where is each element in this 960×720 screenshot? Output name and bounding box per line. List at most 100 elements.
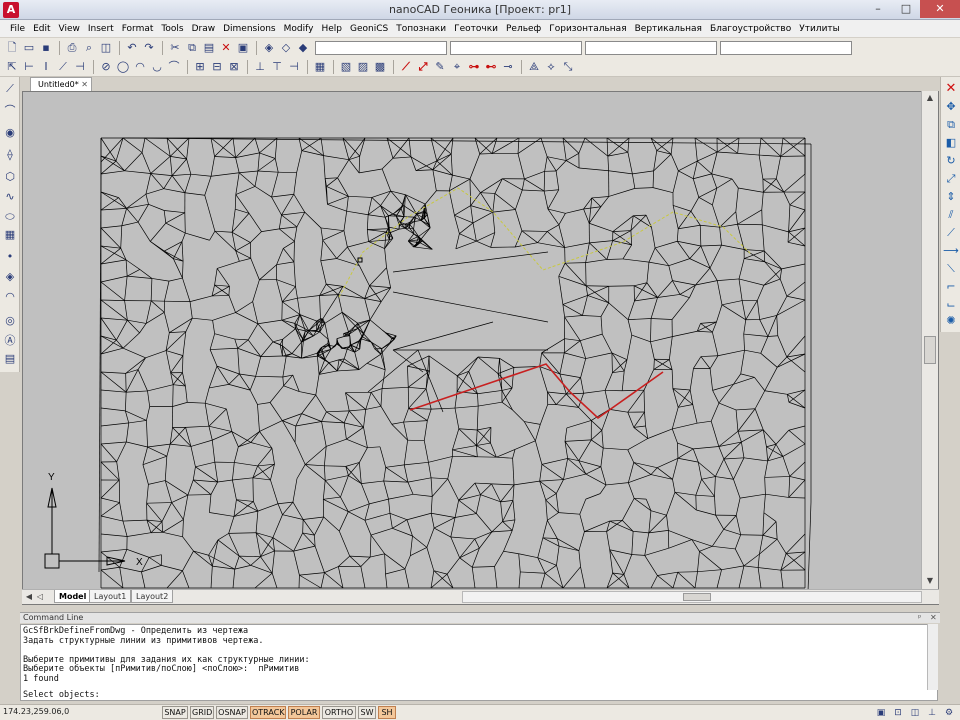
menu-help[interactable]: Help (317, 24, 346, 34)
extend-tool-icon[interactable]: ⟶ (943, 243, 959, 259)
geo-tool-8-icon[interactable]: ⟁ (526, 59, 542, 75)
maximize-button[interactable]: □ (892, 0, 920, 18)
print-icon[interactable]: ⎙ (64, 40, 80, 56)
polyline-icon[interactable]: ⌒ (2, 103, 18, 119)
pin-icon[interactable]: ᵖ (918, 613, 921, 623)
paste-icon[interactable]: ▤ (201, 40, 217, 56)
arc-icon[interactable]: ◠ (132, 59, 148, 75)
prev-tab-icon[interactable]: ◁ (35, 591, 45, 603)
stretch-icon[interactable]: ⊤ (269, 59, 285, 75)
menu-view[interactable]: View (55, 24, 84, 34)
dim-continue-icon[interactable]: ⊣ (72, 59, 88, 75)
menu-geonics[interactable]: GeoniCS (346, 24, 392, 34)
menu-edit[interactable]: Edit (29, 24, 54, 34)
properties-icon[interactable]: ▦ (312, 59, 328, 75)
mtext-icon[interactable]: Ⓐ (2, 333, 18, 349)
redo-icon[interactable]: ↷ (141, 40, 157, 56)
break-tool-icon[interactable]: ⟍ (943, 261, 959, 277)
close-tab-icon[interactable]: ✕ (81, 78, 88, 91)
menu-modify[interactable]: Modify (280, 24, 318, 34)
menu-insert[interactable]: Insert (84, 24, 118, 34)
match-properties-icon[interactable]: ▣ (235, 40, 251, 56)
menu-dimensions[interactable]: Dimensions (219, 24, 280, 34)
lineweight-combo[interactable] (720, 40, 852, 55)
menu-tools[interactable]: Tools (157, 24, 187, 34)
arc-draw-icon[interactable]: ◠ (2, 289, 18, 305)
drawing-viewport[interactable]: Y X (23, 92, 939, 605)
open-file-icon[interactable]: ▭ (21, 40, 37, 56)
close-window-button[interactable]: ✕ (920, 0, 960, 18)
undo-icon[interactable]: ↶ (124, 40, 140, 56)
rectangle-icon[interactable]: ⟠ (2, 147, 18, 163)
drawing-canvas[interactable]: Y X (22, 91, 939, 605)
fillet-tool-icon[interactable]: ⌙ (943, 297, 959, 313)
copy-icon[interactable]: ⧉ (184, 40, 200, 56)
move-tool-icon[interactable]: ✥ (943, 99, 959, 115)
document-tab[interactable]: Untitled0* ✕ (30, 77, 92, 91)
dim-linear-icon[interactable]: ⊢ (21, 59, 37, 75)
first-tab-icon[interactable]: ◀ (24, 591, 34, 603)
sh-toggle[interactable]: SH (378, 706, 396, 719)
horizontal-scrollbar[interactable] (462, 591, 922, 603)
tab-layout2[interactable]: Layout2 (131, 590, 174, 603)
stretch-tool-icon[interactable]: ⇕ (943, 189, 959, 205)
select-icon[interactable]: ⇱ (4, 59, 20, 75)
geo-tool-5-icon[interactable]: ⊶ (466, 59, 482, 75)
cut-icon[interactable]: ✂ (167, 40, 183, 56)
linetype-combo[interactable] (585, 40, 717, 55)
sw-toggle[interactable]: SW (358, 706, 376, 719)
osnap-toggle[interactable]: OSNAP (216, 706, 248, 719)
scroll-up-icon[interactable]: ▲ (922, 91, 938, 105)
snap-toggle[interactable]: SNAP (162, 706, 188, 719)
geo-tool-3-icon[interactable]: ✎ (432, 59, 448, 75)
ucs-status-icon[interactable]: ⊥ (925, 707, 939, 719)
point-icon[interactable]: • (2, 249, 18, 265)
vertical-scrollbar[interactable]: ▲ ▼ (921, 91, 938, 589)
clean-screen-icon[interactable]: ◫ (908, 707, 922, 719)
rotate-tool-icon[interactable]: ↻ (943, 153, 959, 169)
menu-landscaping[interactable]: Благоустройство (706, 24, 795, 34)
circle-icon[interactable]: ◯ (115, 59, 131, 75)
line-icon[interactable]: ⟋ (2, 81, 18, 97)
command-input[interactable]: Select objects: (20, 690, 938, 701)
layer-previous-icon[interactable]: ◆ (295, 40, 311, 56)
save-icon[interactable]: ▪ (38, 40, 54, 56)
region-icon[interactable]: ◈ (2, 269, 18, 285)
ortho-toggle[interactable]: ORTHO (322, 706, 356, 719)
dim-aligned-icon[interactable]: ⟋ (55, 59, 71, 75)
explode-tool-icon[interactable]: ✺ (943, 313, 959, 329)
text-icon[interactable]: I (38, 59, 54, 75)
geo-tool-7-icon[interactable]: ⊸ (500, 59, 516, 75)
otrack-toggle[interactable]: OTRACK (250, 706, 286, 719)
table-draw-icon[interactable]: ▤ (2, 351, 18, 367)
grid-toggle[interactable]: GRID (190, 706, 214, 719)
ellipse-icon[interactable]: ⬭ (2, 209, 18, 225)
menu-file[interactable]: File (6, 24, 29, 34)
menu-format[interactable]: Format (118, 24, 158, 34)
geo-tool-6-icon[interactable]: ⊷ (483, 59, 499, 75)
layer-combo[interactable] (315, 40, 447, 55)
polar-toggle[interactable]: POLAR (288, 706, 320, 719)
mirror-tool-icon[interactable]: ◧ (943, 135, 959, 151)
erase-tool-icon[interactable]: ✕ (943, 81, 959, 97)
tangent-icon[interactable]: ◡ (149, 59, 165, 75)
menu-relief[interactable]: Рельеф (502, 24, 545, 34)
copy-tool-icon[interactable]: ⧉ (943, 117, 959, 133)
menu-toposigns[interactable]: Топознаки (392, 24, 450, 34)
nearest-icon[interactable]: ⌒ (166, 59, 182, 75)
viewport-icon[interactable]: ▣ (874, 707, 888, 719)
publish-icon[interactable]: ◫ (98, 40, 114, 56)
scroll-down-icon[interactable]: ▼ (922, 574, 938, 588)
close-command-icon[interactable]: ✕ (930, 613, 937, 623)
geo-tool-9-icon[interactable]: ⟡ (543, 59, 559, 75)
menu-vertical[interactable]: Вертикальная (631, 24, 706, 34)
move-icon[interactable]: ⊥ (252, 59, 268, 75)
table-icon[interactable]: ⊟ (209, 59, 225, 75)
offset-tool-icon[interactable]: ⫽ (943, 207, 959, 223)
donut-icon[interactable]: ◎ (2, 313, 18, 329)
geo-tool-4-icon[interactable]: ⌖ (449, 59, 465, 75)
insert-block-icon[interactable]: ▨ (355, 59, 371, 75)
polygon-icon[interactable]: ⬡ (2, 169, 18, 185)
print-preview-icon[interactable]: ⌕ (81, 40, 97, 56)
color-combo[interactable] (450, 40, 582, 55)
